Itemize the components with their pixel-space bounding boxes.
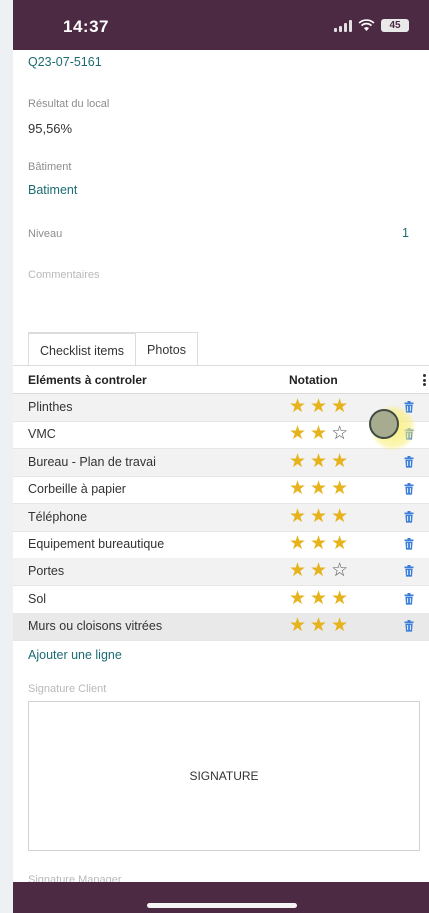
table-row[interactable]: Plinthes ★ ★ ★ [13, 394, 429, 422]
rating-stars: ★ ★ ★ [289, 534, 348, 554]
row-item-name: Murs ou cloisons vitrées [28, 619, 163, 634]
signature-client-label: Signature Client [28, 683, 107, 695]
star-filled-icon[interactable]: ★ [310, 561, 327, 581]
star-filled-icon[interactable]: ★ [289, 534, 306, 554]
tab-checklist-items[interactable]: Checklist items [28, 332, 137, 366]
star-filled-icon[interactable]: ★ [310, 616, 327, 636]
row-item-name: Téléphone [28, 509, 88, 524]
column-header-rating[interactable]: Notation [289, 373, 338, 387]
star-filled-icon[interactable]: ★ [310, 424, 327, 444]
star-filled-icon[interactable]: ★ [331, 397, 348, 417]
comments-field[interactable]: Commentaires [28, 269, 100, 281]
delete-row-icon[interactable] [404, 510, 414, 523]
reference-number: Q23-07-5161 [28, 55, 102, 69]
star-filled-icon[interactable]: ★ [310, 397, 327, 417]
table-row[interactable]: Corbeille à papier ★ ★ ★ [13, 476, 429, 505]
table-row[interactable]: Equipement bureautique ★ ★ ★ [13, 531, 429, 559]
tab-photos[interactable]: Photos [136, 332, 198, 366]
table-row[interactable]: VMC ★ ★ ☆ [13, 421, 429, 450]
delete-row-icon[interactable] [404, 483, 414, 495]
tab-bar: Checklist items Photos [28, 332, 198, 366]
building-link[interactable]: Batiment [28, 183, 77, 197]
add-line-link[interactable]: Ajouter une ligne [28, 648, 122, 662]
table-row[interactable]: Portes ★ ★ ☆ [13, 558, 429, 587]
star-filled-icon[interactable]: ★ [331, 506, 348, 527]
status-bar: 14:37 45 [13, 0, 429, 50]
home-indicator[interactable] [147, 903, 297, 908]
delete-row-icon[interactable] [404, 565, 414, 577]
touch-indicator [369, 409, 399, 439]
rating-stars: ★ ★ ★ [289, 479, 348, 499]
bottom-bar [13, 882, 429, 913]
level-value[interactable]: 1 [402, 226, 409, 240]
rating-stars: ★ ★ ★ [289, 588, 348, 609]
row-item-name: Sol [28, 591, 47, 606]
star-filled-icon[interactable]: ★ [331, 616, 348, 636]
table-row[interactable]: Téléphone ★ ★ ★ [13, 503, 429, 532]
row-item-name: VMC [28, 427, 56, 442]
row-item-name: Bureau - Plan de travai [28, 454, 156, 469]
battery-icon: 45 [381, 19, 409, 32]
rating-stars: ★ ★ ★ [289, 506, 348, 527]
table-row[interactable]: Bureau - Plan de travai ★ ★ ★ [13, 448, 429, 477]
delete-row-icon[interactable] [404, 455, 414, 468]
row-item-name: Plinthes [28, 400, 73, 414]
building-label: Bâtiment [28, 161, 72, 173]
delete-row-icon[interactable] [404, 592, 414, 605]
star-filled-icon[interactable]: ★ [331, 588, 348, 609]
level-label: Niveau [28, 228, 63, 240]
column-options-icon[interactable] [423, 374, 427, 388]
star-filled-icon[interactable]: ★ [310, 506, 327, 527]
star-filled-icon[interactable]: ★ [310, 588, 327, 609]
phone-screen: 14:37 45 Q23-07-5161 Résultat du local 9… [13, 0, 429, 913]
signature-client-box[interactable]: SIGNATURE [28, 701, 420, 851]
star-filled-icon[interactable]: ★ [331, 534, 348, 554]
delete-row-icon[interactable] [404, 538, 414, 550]
star-filled-icon[interactable]: ★ [289, 479, 306, 499]
star-empty-icon[interactable]: ☆ [331, 424, 348, 444]
star-empty-icon[interactable]: ☆ [331, 561, 348, 581]
table-row[interactable]: Sol ★ ★ ★ [13, 586, 429, 614]
wifi-icon [358, 19, 375, 32]
delete-row-icon[interactable] [404, 620, 414, 632]
star-filled-icon[interactable]: ★ [310, 479, 327, 499]
table-header: Eléments à controler Notation [13, 366, 429, 394]
clock: 14:37 [63, 17, 109, 36]
star-filled-icon[interactable]: ★ [289, 506, 306, 527]
rating-stars: ★ ★ ☆ [289, 424, 348, 444]
status-icons: 45 [334, 19, 409, 32]
row-item-name: Equipement bureautique [28, 537, 165, 551]
row-item-name: Corbeille à papier [28, 482, 126, 497]
star-filled-icon[interactable]: ★ [310, 451, 327, 472]
star-filled-icon[interactable]: ★ [289, 588, 306, 609]
column-header-element[interactable]: Eléments à controler [28, 373, 147, 387]
result-value: 95,56% [28, 121, 73, 136]
signature-placeholder: SIGNATURE [189, 769, 259, 783]
star-filled-icon[interactable]: ★ [289, 424, 306, 444]
star-filled-icon[interactable]: ★ [289, 616, 306, 636]
star-filled-icon[interactable]: ★ [310, 534, 327, 554]
cellular-signal-icon [334, 19, 352, 32]
star-filled-icon[interactable]: ★ [331, 479, 348, 499]
star-filled-icon[interactable]: ★ [289, 451, 306, 472]
table-row[interactable]: Murs ou cloisons vitrées ★ ★ ★ [13, 613, 429, 642]
star-filled-icon[interactable]: ★ [289, 397, 306, 417]
result-label: Résultat du local [28, 98, 110, 110]
rating-stars: ★ ★ ★ [289, 616, 348, 636]
rating-stars: ★ ★ ★ [289, 451, 348, 472]
rating-stars: ★ ★ ☆ [289, 561, 348, 581]
star-filled-icon[interactable]: ★ [289, 561, 306, 581]
star-filled-icon[interactable]: ★ [331, 451, 348, 472]
row-item-name: Portes [28, 564, 65, 579]
rating-stars: ★ ★ ★ [289, 397, 348, 417]
